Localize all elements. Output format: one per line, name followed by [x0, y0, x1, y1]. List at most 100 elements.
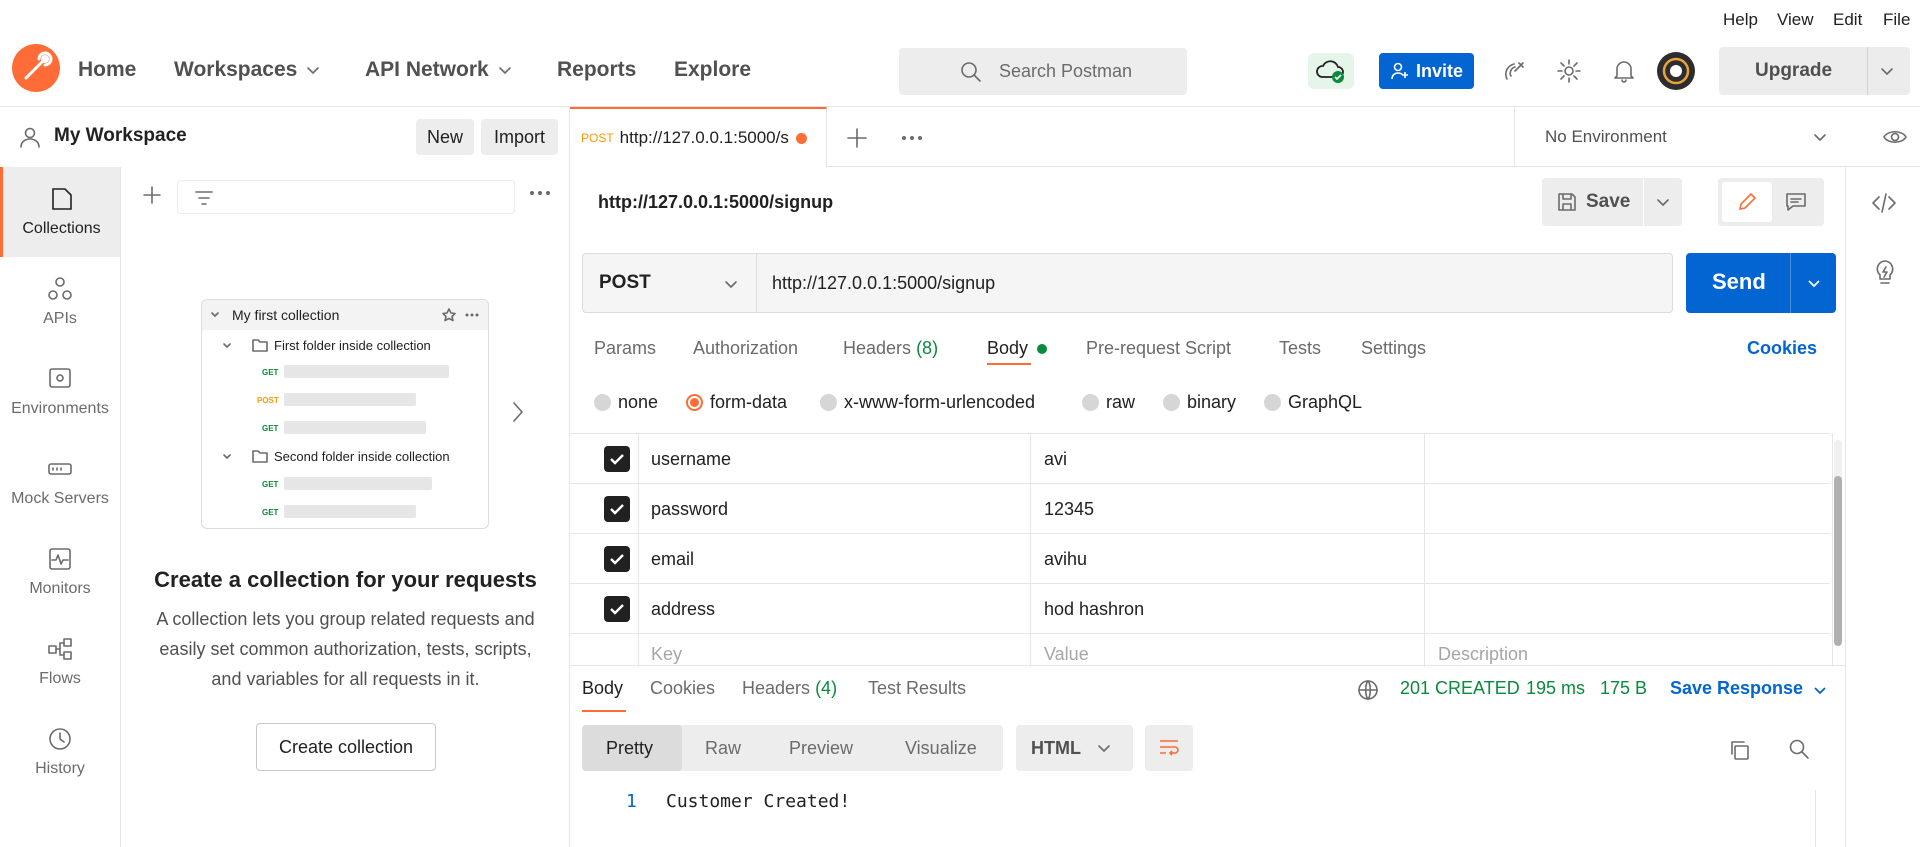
invite-button[interactable]: Invite [1379, 53, 1474, 89]
add-icon[interactable] [142, 185, 162, 205]
row-checkbox[interactable] [604, 446, 630, 472]
sidebar-item-environments[interactable]: Environments [0, 347, 120, 437]
radio-binary[interactable]: binary [1163, 392, 1236, 413]
tab-body[interactable]: Body [987, 338, 1048, 359]
response-body-text[interactable]: Customer Created! [666, 791, 850, 812]
view-pretty[interactable]: Pretty [606, 738, 653, 759]
row-key[interactable]: username [651, 434, 731, 484]
chevron-right-icon[interactable] [511, 401, 525, 423]
filter-input[interactable] [177, 180, 515, 214]
cookies-link[interactable]: Cookies [1747, 338, 1817, 359]
key-placeholder[interactable]: Key [651, 634, 682, 674]
add-tab-icon[interactable] [846, 127, 868, 149]
new-button[interactable]: New [416, 119, 474, 155]
format-selector[interactable]: HTML [1016, 725, 1133, 771]
row-key[interactable]: email [651, 534, 694, 584]
environment-selector[interactable]: No Environment [1514, 107, 1844, 167]
url-input[interactable]: http://127.0.0.1:5000/signup [756, 253, 1673, 313]
nav-home[interactable]: Home [78, 58, 136, 82]
eye-icon[interactable] [1882, 125, 1908, 149]
menu-view[interactable]: View [1777, 10, 1814, 30]
sidebar-item-collections[interactable]: Collections [0, 167, 120, 257]
response-size[interactable]: 175 B [1600, 678, 1647, 699]
more-tabs-icon[interactable] [900, 134, 924, 142]
create-collection-button[interactable]: Create collection [256, 723, 436, 771]
chevron-down-icon[interactable] [1655, 194, 1671, 210]
save-response-button[interactable]: Save Response [1670, 678, 1803, 699]
more-options-icon[interactable] [528, 189, 552, 197]
settings-gear-icon[interactable] [1556, 58, 1582, 84]
sidebar-item-mock-servers[interactable]: Mock Servers [0, 437, 120, 527]
sidebar-item-flows[interactable]: Flows [0, 617, 120, 707]
satellite-icon[interactable] [1502, 58, 1528, 84]
search-input[interactable]: Search Postman [899, 48, 1187, 95]
globe-icon[interactable] [1357, 679, 1379, 701]
sidebar-item-history[interactable]: History [0, 707, 120, 797]
notification-bell-icon[interactable] [1611, 58, 1637, 84]
row-checkbox[interactable] [604, 546, 630, 572]
postman-logo[interactable] [12, 44, 60, 92]
copy-icon[interactable] [1728, 739, 1750, 761]
sidebar-item-apis[interactable]: APIs [0, 257, 120, 347]
menu-file[interactable]: File [1883, 10, 1910, 30]
code-icon[interactable] [1871, 192, 1897, 214]
radio-raw[interactable]: raw [1082, 392, 1135, 413]
scrollbar-track[interactable] [1834, 440, 1842, 646]
row-value[interactable]: avi [1044, 434, 1067, 484]
radio-graphql[interactable]: GraphQL [1264, 392, 1362, 413]
radio-none[interactable]: none [594, 392, 658, 413]
nav-explore[interactable]: Explore [674, 58, 751, 82]
response-tab-cookies[interactable]: Cookies [650, 678, 715, 699]
menu-edit[interactable]: Edit [1833, 10, 1862, 30]
row-value[interactable]: avihu [1044, 534, 1087, 584]
description-placeholder[interactable]: Description [1438, 634, 1528, 674]
response-time[interactable]: 195 ms [1526, 678, 1585, 699]
workspace-title[interactable]: My Workspace [54, 125, 187, 147]
view-visualize[interactable]: Visualize [905, 738, 977, 759]
user-avatar[interactable] [1657, 52, 1695, 90]
row-key[interactable]: address [651, 584, 715, 634]
send-button[interactable]: Send [1712, 269, 1766, 295]
request-name[interactable]: http://127.0.0.1:5000/signup [598, 192, 833, 213]
tab-authorization[interactable]: Authorization [693, 338, 798, 359]
tab-params[interactable]: Params [594, 338, 656, 359]
chevron-down-icon[interactable] [1812, 682, 1828, 698]
nav-reports[interactable]: Reports [557, 58, 636, 82]
row-value[interactable]: hod hashron [1044, 584, 1144, 634]
upgrade-button[interactable]: Upgrade [1719, 47, 1910, 95]
response-tab-headers[interactable]: Headers (4) [742, 678, 837, 699]
row-key[interactable]: password [651, 484, 728, 534]
tab-settings[interactable]: Settings [1361, 338, 1426, 359]
radio-form-data[interactable]: form-data [686, 392, 787, 413]
view-preview[interactable]: Preview [789, 738, 853, 759]
tab-headers[interactable]: Headers (8) [843, 338, 938, 359]
scrollbar-thumb[interactable] [1834, 476, 1842, 646]
wrap-lines-button[interactable] [1145, 725, 1193, 771]
row-checkbox[interactable] [604, 596, 630, 622]
request-tab[interactable]: POST http://127.0.0.1:5000/s [570, 107, 827, 167]
response-tab-test-results[interactable]: Test Results [868, 678, 966, 699]
value-placeholder[interactable]: Value [1044, 634, 1089, 674]
tab-pre-request-script[interactable]: Pre-request Script [1086, 338, 1231, 359]
save-button[interactable]: Save [1542, 178, 1643, 226]
radio-x-www-form-urlencoded[interactable]: x-www-form-urlencoded [820, 392, 1035, 413]
comment-icon[interactable] [1784, 191, 1808, 213]
filter-icon[interactable] [194, 188, 214, 208]
row-value[interactable]: 12345 [1044, 484, 1094, 534]
chevron-down-icon[interactable] [1879, 63, 1895, 79]
search-icon[interactable] [1788, 738, 1810, 760]
tab-tests[interactable]: Tests [1279, 338, 1321, 359]
lightbulb-icon[interactable] [1874, 259, 1896, 287]
menu-help[interactable]: Help [1723, 10, 1758, 30]
nav-api-network[interactable]: API Network [365, 58, 513, 82]
edit-mode-button[interactable] [1722, 182, 1772, 222]
view-raw[interactable]: Raw [705, 738, 741, 759]
response-tab-body[interactable]: Body [582, 678, 623, 699]
nav-workspaces[interactable]: Workspaces [174, 58, 321, 82]
import-button[interactable]: Import [481, 119, 558, 155]
sidebar-item-monitors[interactable]: Monitors [0, 527, 120, 617]
response-status[interactable]: 201 CREATED [1400, 678, 1520, 699]
chevron-down-icon[interactable] [1806, 275, 1822, 291]
method-selector[interactable]: POST [582, 253, 756, 313]
sync-status-icon[interactable] [1308, 53, 1354, 89]
